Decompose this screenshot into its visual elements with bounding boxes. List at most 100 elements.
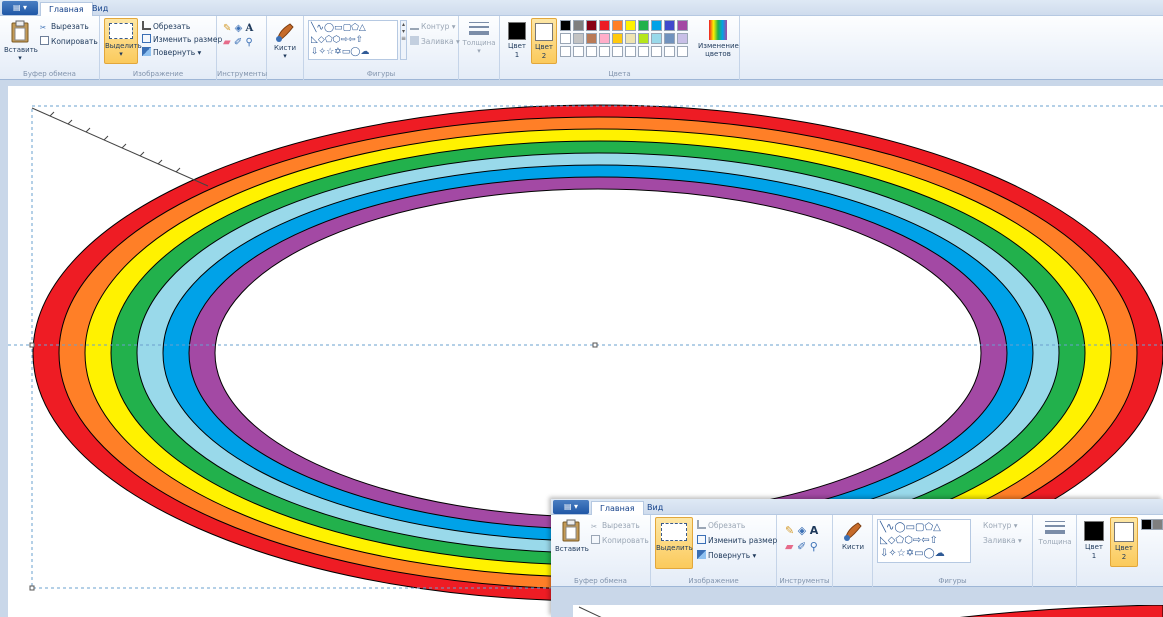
rotate-button[interactable]: Повернуть ▾ <box>142 47 201 59</box>
palette-swatch[interactable] <box>612 33 623 44</box>
win2-color2-button[interactable]: Цвет 2 <box>1110 517 1138 567</box>
palette-swatch[interactable] <box>677 20 688 31</box>
win2-text-tool-icon[interactable]: A <box>810 524 819 537</box>
arrow-up-shape-icon[interactable]: ⇧ <box>356 35 364 45</box>
win2-outline-button[interactable]: Контур ▾ <box>983 520 1018 532</box>
fill-button[interactable]: Заливка ▾ <box>410 36 460 48</box>
color1-button[interactable]: Цвет 1 <box>504 20 530 60</box>
win2-canvas[interactable] <box>573 605 1163 617</box>
curve-shape-icon[interactable]: ∿ <box>316 23 324 33</box>
second-paint-window[interactable]: ▤ ▾ Главная Вид Вставить ✂ Вырезать Копир… <box>551 499 1163 617</box>
selection-handle-left[interactable] <box>29 342 35 348</box>
win2-palette-partial[interactable] <box>1141 519 1163 533</box>
win2-copy-button[interactable]: Копировать <box>591 535 649 547</box>
color-picker-icon[interactable]: ✐ <box>234 37 242 48</box>
win2-fill-bucket-icon[interactable]: ◈ <box>798 524 806 537</box>
eraser-icon[interactable]: ▰ <box>223 37 231 48</box>
palette-swatch[interactable] <box>560 33 571 44</box>
paste-button[interactable]: Вставить ▾ <box>4 20 38 62</box>
rectangle-shape-icon[interactable]: ▭ <box>334 23 343 33</box>
palette-swatch-empty[interactable] <box>560 46 571 57</box>
palette-swatch[interactable] <box>651 33 662 44</box>
palette-swatch-empty[interactable] <box>651 46 662 57</box>
win2-tab-view[interactable]: Вид <box>639 501 671 516</box>
win2-cut-button[interactable]: ✂ Вырезать <box>591 520 640 532</box>
palette-swatch[interactable] <box>599 20 610 31</box>
oval-shape-icon[interactable]: ◯ <box>324 23 334 33</box>
palette-swatch[interactable] <box>586 33 597 44</box>
win2-select-button[interactable]: Выделить <box>655 517 693 569</box>
selection-handle-bottom-left[interactable] <box>29 585 35 591</box>
resize-button[interactable]: Изменить размер <box>142 34 222 46</box>
palette-swatch-empty[interactable] <box>612 46 623 57</box>
palette-swatch[interactable] <box>638 20 649 31</box>
right-triangle-shape-icon[interactable]: ◺ <box>311 35 318 45</box>
triangle-shape-icon[interactable]: △ <box>359 23 366 33</box>
win2-paste-button[interactable]: Вставить <box>555 519 589 553</box>
select-button[interactable]: Выделить ▾ <box>104 18 142 64</box>
palette-swatch-empty[interactable] <box>638 46 649 57</box>
star6-shape-icon[interactable]: ✡ <box>334 47 342 57</box>
palette-swatch[interactable] <box>625 33 636 44</box>
cut-button[interactable]: ✂ Вырезать <box>40 21 89 33</box>
polygon-shape-icon[interactable]: ⬠ <box>351 23 359 33</box>
edit-colors-button[interactable]: Изменение цветов <box>698 20 739 58</box>
star4-shape-icon[interactable]: ✧ <box>319 47 327 57</box>
color2-button[interactable]: Цвет 2 <box>531 18 557 64</box>
win2-rotate-button[interactable]: Повернуть ▾ <box>697 550 756 562</box>
palette-swatch[interactable] <box>625 20 636 31</box>
arrow-left-shape-icon[interactable]: ⇦ <box>348 35 356 45</box>
palette-swatch[interactable] <box>573 20 584 31</box>
tab-view[interactable]: Вид <box>84 2 116 17</box>
win2-magnifier-icon[interactable]: ⚲ <box>810 540 818 553</box>
palette-swatch-empty[interactable] <box>599 46 610 57</box>
text-tool-icon[interactable]: A <box>245 23 253 34</box>
win2-tab-home[interactable]: Главная <box>591 501 644 516</box>
app-menu-button[interactable]: ▤ ▾ <box>2 1 38 15</box>
star5-shape-icon[interactable]: ☆ <box>326 47 334 57</box>
win2-app-menu-button[interactable]: ▤ ▾ <box>553 500 589 514</box>
palette-swatch[interactable] <box>573 33 584 44</box>
crop-button[interactable]: Обрезать <box>142 21 190 33</box>
palette-swatch-empty[interactable] <box>586 46 597 57</box>
win2-color1-button[interactable]: Цвет 1 <box>1081 519 1107 561</box>
magnifier-icon[interactable]: ⚲ <box>245 37 252 48</box>
callout-rect-shape-icon[interactable]: ▭ <box>342 47 351 57</box>
palette-swatch[interactable] <box>638 33 649 44</box>
palette-swatch[interactable] <box>651 20 662 31</box>
selection-handle-center[interactable] <box>592 342 598 348</box>
win2-fill-button[interactable]: Заливка ▾ <box>983 535 1022 547</box>
palette-swatch-empty[interactable] <box>625 46 636 57</box>
palette-swatch-empty[interactable] <box>677 46 688 57</box>
win2-shapes-gallery[interactable]: ╲∿◯▭▢⬠△ ◺◇⬠⬡⇨⇦⇧ ⇩✧☆✡▭◯☁ <box>877 519 971 563</box>
palette-swatch[interactable] <box>664 33 675 44</box>
palette-swatch[interactable] <box>586 20 597 31</box>
outline-button[interactable]: Контур ▾ <box>410 21 456 33</box>
palette-swatch[interactable] <box>560 20 571 31</box>
copy-button[interactable]: Копировать <box>40 36 98 48</box>
arrow-right-shape-icon[interactable]: ⇨ <box>341 35 349 45</box>
palette-swatch-empty[interactable] <box>573 46 584 57</box>
callout-oval-shape-icon[interactable]: ◯ <box>350 47 360 57</box>
palette-swatch-empty[interactable] <box>664 46 675 57</box>
win2-brushes-button[interactable]: Кисти <box>837 519 869 551</box>
win2-eraser-icon[interactable]: ▰ <box>785 540 793 553</box>
palette-swatch[interactable] <box>677 33 688 44</box>
fill-bucket-icon[interactable]: ◈ <box>235 23 243 34</box>
palette-swatch[interactable] <box>599 33 610 44</box>
win2-color-picker-icon[interactable]: ✐ <box>797 540 806 553</box>
shapes-scroll[interactable]: ▴ ▾ ≡ <box>400 20 407 60</box>
callout-cloud-shape-icon[interactable]: ☁ <box>360 47 369 57</box>
brushes-button[interactable]: Кисти ▾ <box>270 20 300 60</box>
rounded-rect-shape-icon[interactable]: ▢ <box>343 23 352 33</box>
palette-swatch[interactable] <box>664 20 675 31</box>
win2-resize-button[interactable]: Изменить размер <box>697 535 777 547</box>
thickness-button[interactable]: Толщина ▾ <box>462 20 496 55</box>
shapes-gallery[interactable]: ╲∿◯▭▢⬠△ ◺◇⬠⬡⇨⇦⇧ ⇩✧☆✡▭◯☁ <box>308 20 398 60</box>
win2-crop-button[interactable]: Обрезать <box>697 520 745 532</box>
win2-thickness-button[interactable]: Толщина <box>1037 519 1073 546</box>
palette-swatch[interactable] <box>612 20 623 31</box>
pentagon-shape-icon[interactable]: ⬠ <box>325 35 333 45</box>
win2-pencil-icon[interactable]: ✎ <box>785 524 794 537</box>
pencil-icon[interactable]: ✎ <box>223 23 231 34</box>
